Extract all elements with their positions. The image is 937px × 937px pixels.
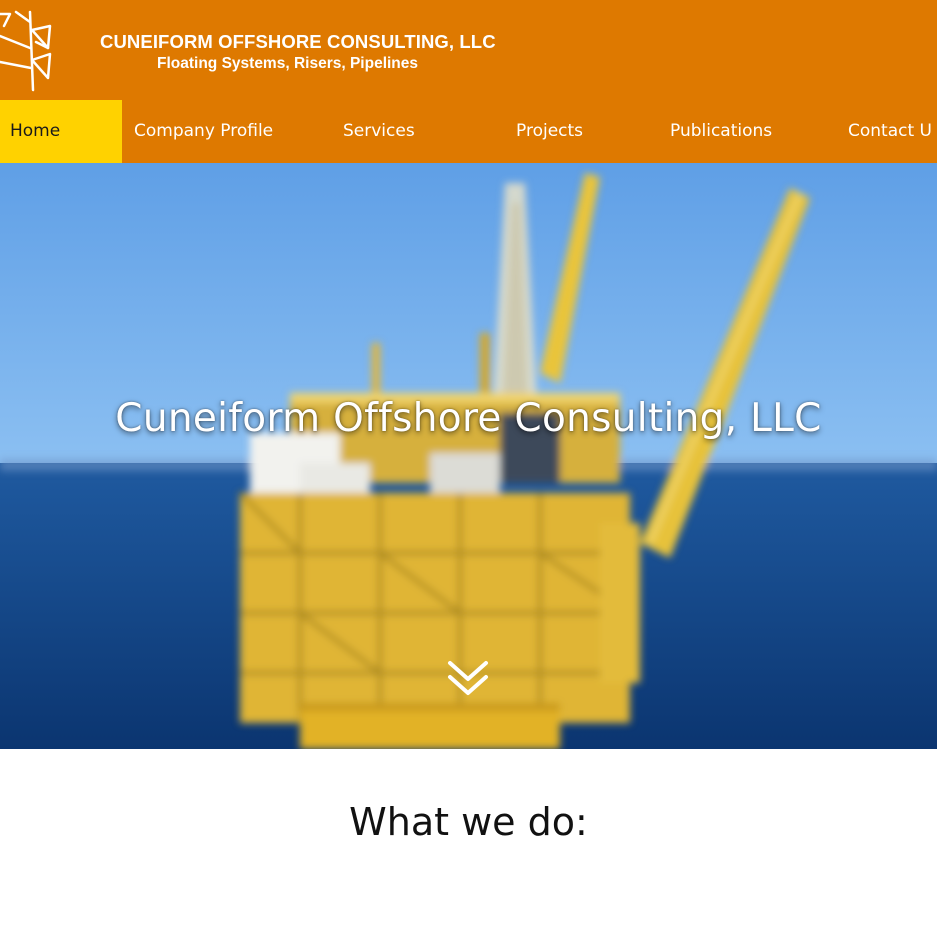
double-chevron-down-icon[interactable] bbox=[446, 657, 490, 701]
nav-item-company-profile[interactable]: Company Profile bbox=[134, 100, 273, 163]
main-nav: Home Company Profile Services Projects P… bbox=[0, 100, 937, 163]
what-we-do-heading: What we do: bbox=[349, 800, 588, 844]
company-name: CUNEIFORM OFFSHORE CONSULTING, LLC bbox=[100, 31, 496, 52]
nav-item-publications[interactable]: Publications bbox=[670, 100, 772, 163]
nav-item-services[interactable]: Services bbox=[343, 100, 415, 163]
nav-item-contact-us[interactable]: Contact U bbox=[848, 100, 932, 163]
hero-banner: Cuneiform Offshore Consulting, LLC bbox=[0, 163, 937, 749]
nav-item-projects[interactable]: Projects bbox=[516, 100, 583, 163]
hero-title: Cuneiform Offshore Consulting, LLC bbox=[115, 396, 822, 441]
nav-item-home[interactable]: Home bbox=[0, 100, 122, 163]
site-header: CUNEIFORM OFFSHORE CONSULTING, LLC Float… bbox=[0, 0, 937, 100]
cuneiform-logo-icon[interactable] bbox=[0, 8, 60, 94]
company-tagline: Floating Systems, Risers, Pipelines bbox=[157, 55, 419, 72]
